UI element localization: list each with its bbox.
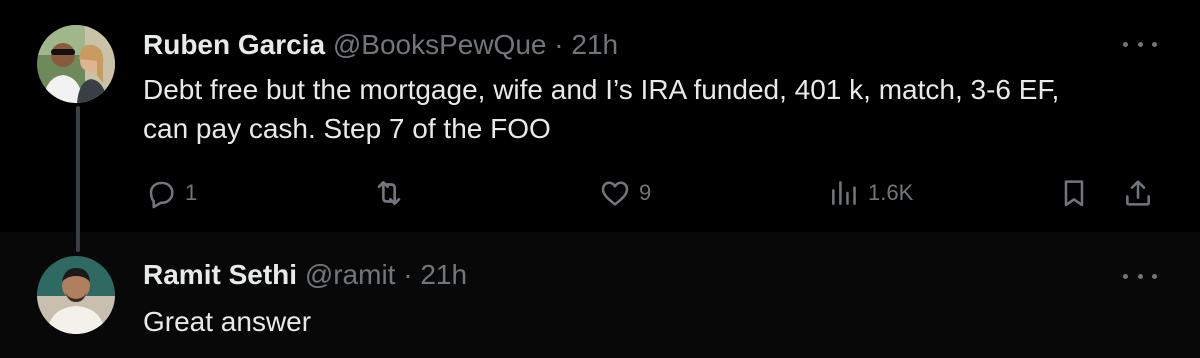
- author-handle[interactable]: @ramit: [305, 259, 396, 290]
- tweet-header: Ramit Sethi @ramit · 21h: [143, 259, 467, 291]
- views-icon: [832, 181, 856, 205]
- tweet-text-line: Debt free but the mortgage, wife and I’s…: [143, 74, 1060, 105]
- view-count: 1.6K: [868, 180, 914, 205]
- more-icon[interactable]: [1123, 34, 1157, 54]
- bookmark-button[interactable]: [1058, 168, 1090, 218]
- avatar-photo: [37, 256, 115, 334]
- timestamp[interactable]: 21h: [420, 259, 467, 290]
- author-handle[interactable]: @BooksPewQue: [333, 29, 547, 60]
- tweet-text: Debt free but the mortgage, wife and I’s…: [143, 70, 1153, 148]
- tweet-header: Ruben Garcia @BooksPewQue · 21h: [143, 29, 618, 61]
- action-bar: 1 9 1.6K: [0, 168, 1200, 218]
- reply-button[interactable]: 1: [145, 168, 197, 218]
- like-button[interactable]: 9: [599, 168, 651, 218]
- more-icon[interactable]: [1123, 266, 1157, 286]
- share-icon: [1126, 180, 1150, 206]
- bookmark-icon: [1064, 180, 1084, 207]
- like-count: 9: [639, 180, 652, 205]
- thread-line: [76, 106, 80, 252]
- avatar[interactable]: [37, 256, 115, 334]
- tweet-text-line: can pay cash. Step 7 of the FOO: [143, 113, 551, 144]
- reply-icon: [149, 181, 174, 209]
- author-name[interactable]: Ruben Garcia: [143, 29, 325, 60]
- tweet-text: Great answer: [143, 306, 312, 337]
- tweet-ruben-garcia[interactable]: Ruben Garcia @BooksPewQue · 21h Debt fre…: [0, 0, 1200, 232]
- avatar[interactable]: [37, 25, 115, 103]
- author-name[interactable]: Ramit Sethi: [143, 259, 297, 290]
- share-button[interactable]: [1122, 168, 1154, 218]
- avatar-photo: [37, 25, 115, 103]
- retweet-button[interactable]: [372, 168, 406, 218]
- reply-count: 1: [185, 180, 198, 205]
- heart-icon: [601, 181, 629, 206]
- separator-dot: ·: [403, 259, 413, 290]
- tweet-ramit-sethi[interactable]: Ramit Sethi @ramit · 21h Great answer: [0, 232, 1200, 358]
- timestamp[interactable]: 21h: [571, 29, 618, 60]
- separator-dot: ·: [554, 29, 564, 60]
- retweet-icon: [377, 181, 401, 205]
- views-button[interactable]: 1.6K: [828, 168, 913, 218]
